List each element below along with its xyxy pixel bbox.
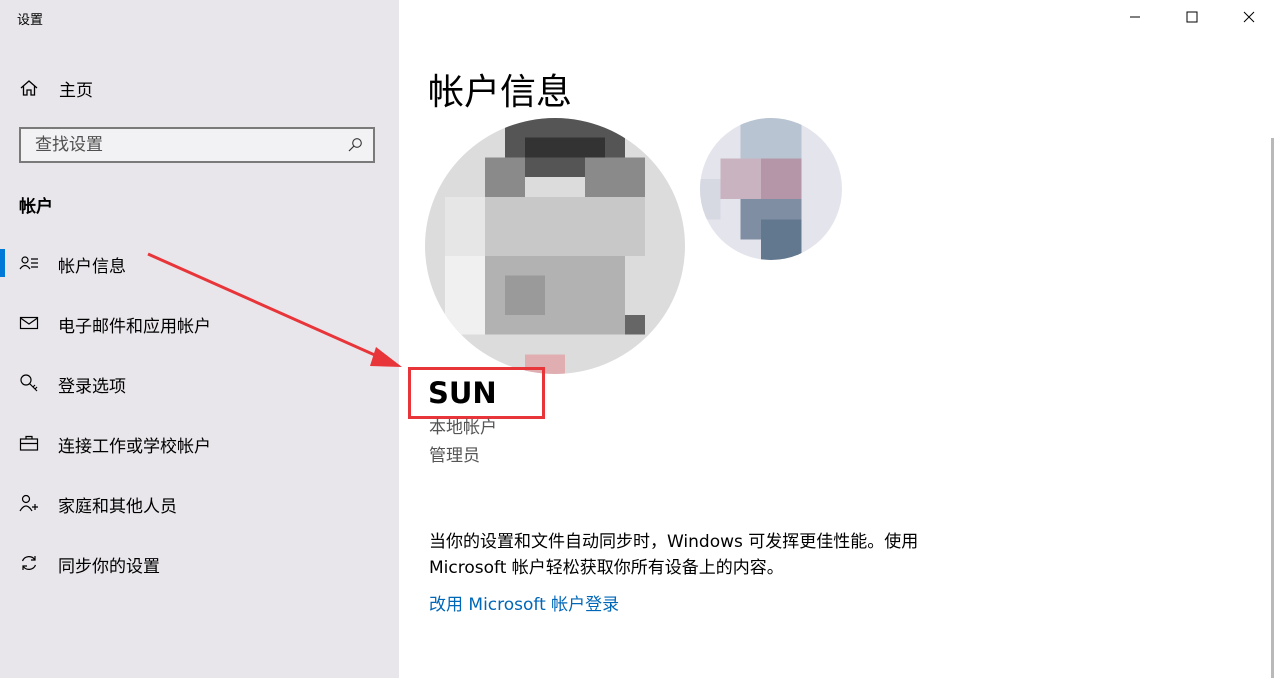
mail-icon bbox=[19, 316, 39, 330]
home-icon bbox=[20, 80, 38, 96]
profile-picture-small bbox=[700, 118, 842, 260]
scrollbar[interactable] bbox=[1271, 138, 1274, 678]
sidebar-item-email-accounts[interactable]: 电子邮件和应用帐户 bbox=[0, 303, 399, 343]
sync-icon bbox=[21, 556, 37, 570]
account-type: 本地帐户 bbox=[429, 418, 497, 438]
key-icon bbox=[20, 374, 38, 392]
sidebar-item-label: 家庭和其他人员 bbox=[58, 497, 177, 517]
sidebar-item-work-school[interactable]: 连接工作或学校帐户 bbox=[0, 423, 399, 463]
sidebar-item-label: 登录选项 bbox=[58, 377, 126, 397]
user-name: SUN bbox=[428, 376, 497, 410]
sidebar-item-label: 电子邮件和应用帐户 bbox=[58, 317, 211, 337]
profile-picture bbox=[425, 118, 685, 374]
search-icon[interactable] bbox=[347, 137, 363, 153]
sidebar-item-label: 同步你的设置 bbox=[58, 557, 160, 577]
sidebar-item-sync[interactable]: 同步你的设置 bbox=[0, 543, 399, 583]
maximize-button[interactable] bbox=[1163, 0, 1220, 34]
account-role: 管理员 bbox=[429, 446, 480, 466]
search-input[interactable] bbox=[21, 134, 337, 156]
search-box[interactable] bbox=[19, 127, 375, 163]
sidebar-item-label: 帐户信息 bbox=[58, 257, 126, 277]
app-title: 设置 bbox=[17, 13, 44, 28]
close-icon bbox=[1243, 11, 1254, 23]
sidebar: 设置 主页 帐户 帐户信息 电子邮件和应用帐户 登录选项 连接工作或学校帐户 家… bbox=[0, 0, 399, 678]
page-title: 帐户信息 bbox=[428, 72, 573, 113]
maximize-icon bbox=[1186, 11, 1197, 23]
sidebar-item-sign-in-options[interactable]: 登录选项 bbox=[0, 363, 399, 403]
microsoft-account-link[interactable]: 改用 Microsoft 帐户登录 bbox=[429, 590, 619, 615]
window-controls bbox=[1106, 0, 1277, 34]
close-button[interactable] bbox=[1220, 0, 1277, 34]
add-person-icon bbox=[19, 494, 38, 512]
briefcase-icon bbox=[19, 435, 39, 451]
home-label: 主页 bbox=[59, 80, 93, 101]
minimize-icon bbox=[1129, 16, 1140, 18]
selected-indicator bbox=[0, 249, 5, 277]
sync-description: 当你的设置和文件自动同步时，Windows 可发挥更佳性能。使用 Microso… bbox=[429, 532, 919, 578]
sidebar-item-family[interactable]: 家庭和其他人员 bbox=[0, 483, 399, 523]
minimize-button[interactable] bbox=[1106, 0, 1163, 34]
section-title: 帐户 bbox=[19, 197, 53, 217]
sidebar-item-label: 连接工作或学校帐户 bbox=[58, 437, 211, 457]
sidebar-item-account-info[interactable]: 帐户信息 bbox=[0, 243, 399, 283]
account-info-icon bbox=[19, 256, 38, 270]
home-button[interactable]: 主页 bbox=[19, 74, 93, 102]
